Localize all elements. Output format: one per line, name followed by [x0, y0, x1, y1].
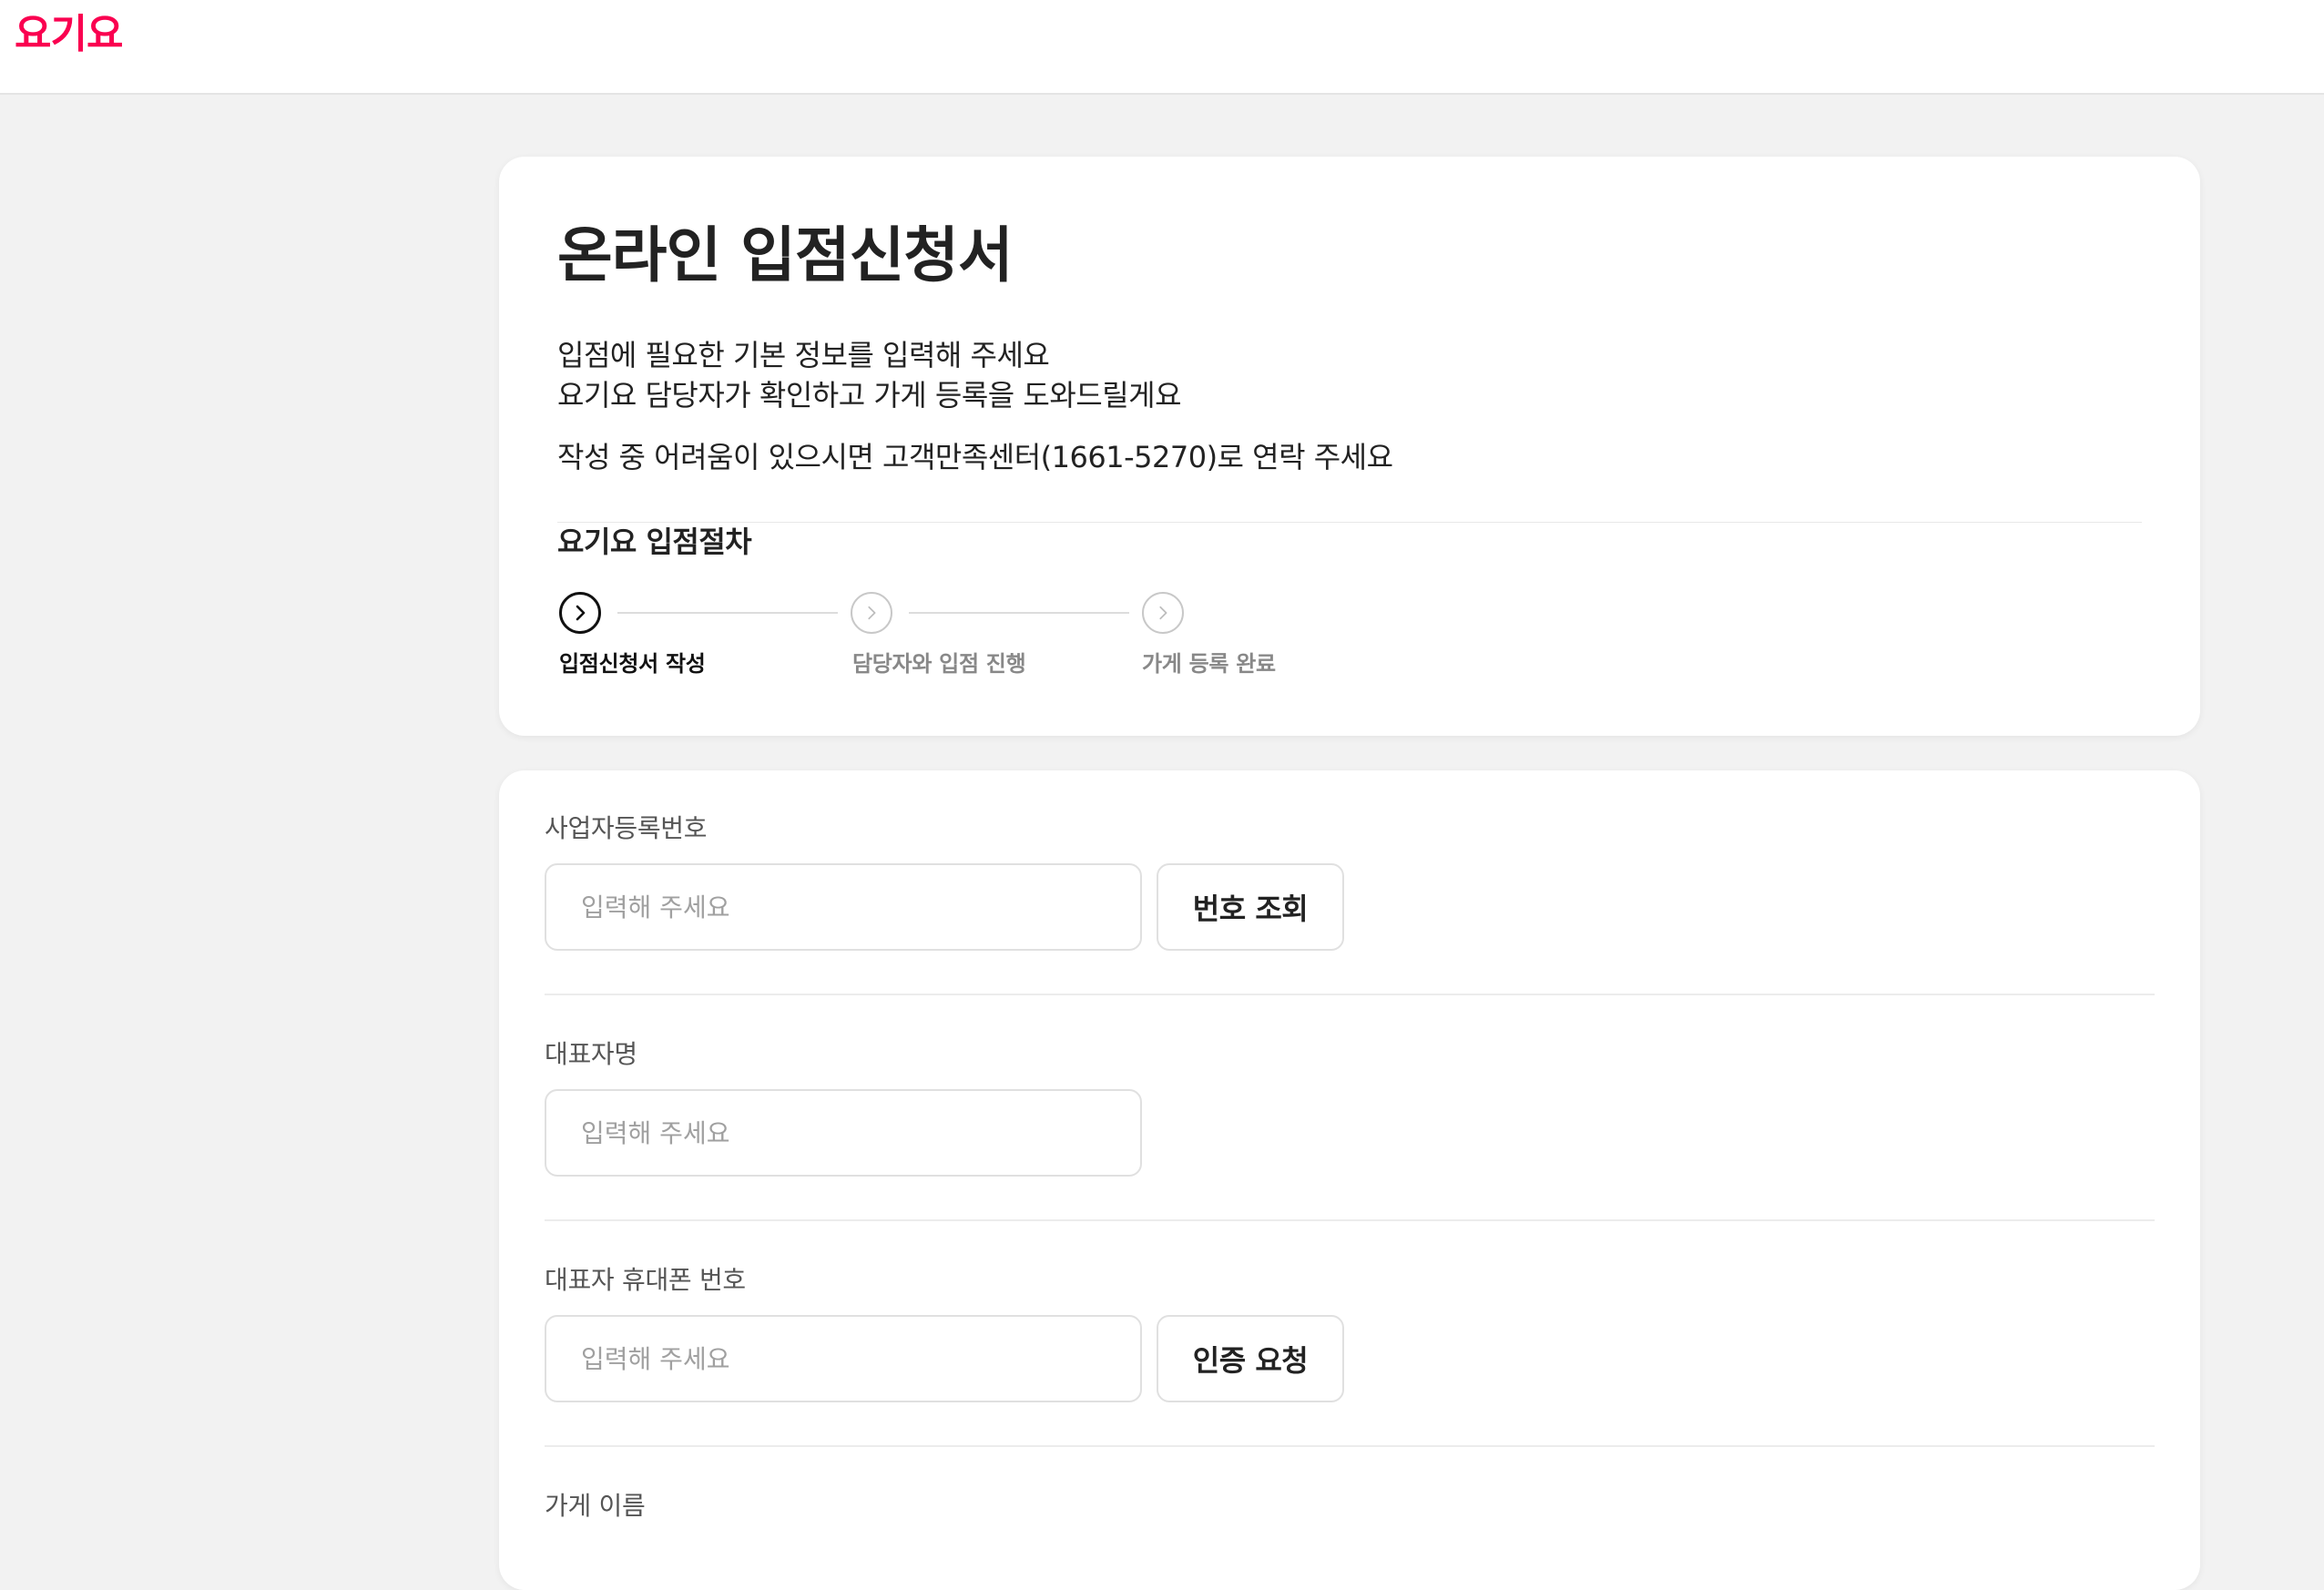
business-number-label: 사업자등록번호 — [545, 813, 708, 843]
top-nav-bar: 요기요 — [0, 0, 2324, 95]
form-divider-2 — [545, 1219, 2155, 1221]
step-connector-2 — [909, 612, 1129, 614]
intro-description-line-2: 요기요 담당자가 확인하고 가게 등록을 도와드릴게요 — [557, 378, 1182, 413]
step-2-chevron-right-icon — [851, 592, 892, 634]
representative-name-field-wrapper — [545, 1089, 1142, 1177]
store-name-label: 가게 이름 — [545, 1491, 646, 1521]
business-number-field-wrapper — [545, 863, 1142, 951]
step-3-chevron-right-icon — [1142, 592, 1184, 634]
intro-card: 온라인 입점신청서 입점에 필요한 기본 정보를 입력해 주세요 요기요 담당자… — [499, 157, 2200, 736]
representative-name-label: 대표자명 — [545, 1039, 637, 1069]
step-2-label: 담당자와 입점 진행 — [852, 651, 1026, 677]
form-divider-1 — [545, 994, 2155, 995]
representative-phone-input[interactable] — [546, 1317, 1140, 1401]
intro-divider — [557, 522, 2142, 523]
yogiyo-logo[interactable]: 요기요 — [15, 7, 123, 62]
step-1-label: 입점신청서 작성 — [559, 651, 706, 677]
step-3-label: 가게 등록 완료 — [1142, 651, 1276, 677]
lookup-number-button[interactable]: 번호 조회 — [1157, 863, 1344, 951]
process-steps-title: 요기요 입점절차 — [557, 525, 752, 559]
form-divider-3 — [545, 1445, 2155, 1447]
representative-phone-label: 대표자 휴대폰 번호 — [545, 1265, 746, 1295]
request-verification-button[interactable]: 인증 요청 — [1157, 1315, 1344, 1402]
application-form-card: 사업자등록번호 번호 조회 대표자명 대표자 휴대폰 번호 인증 요청 가게 이… — [499, 770, 2200, 1590]
support-contact-text: 작성 중 어려움이 있으시면 고객만족센터(1661-5270)로 연락 주세요 — [557, 440, 1393, 474]
step-1-chevron-right-icon — [559, 592, 601, 634]
page-title: 온라인 입점신청서 — [557, 220, 1014, 290]
business-number-input[interactable] — [546, 865, 1140, 949]
step-connector-1 — [617, 612, 838, 614]
intro-description-line-1: 입점에 필요한 기본 정보를 입력해 주세요 — [557, 338, 1050, 372]
representative-name-input[interactable] — [546, 1091, 1140, 1175]
representative-phone-field-wrapper — [545, 1315, 1142, 1402]
